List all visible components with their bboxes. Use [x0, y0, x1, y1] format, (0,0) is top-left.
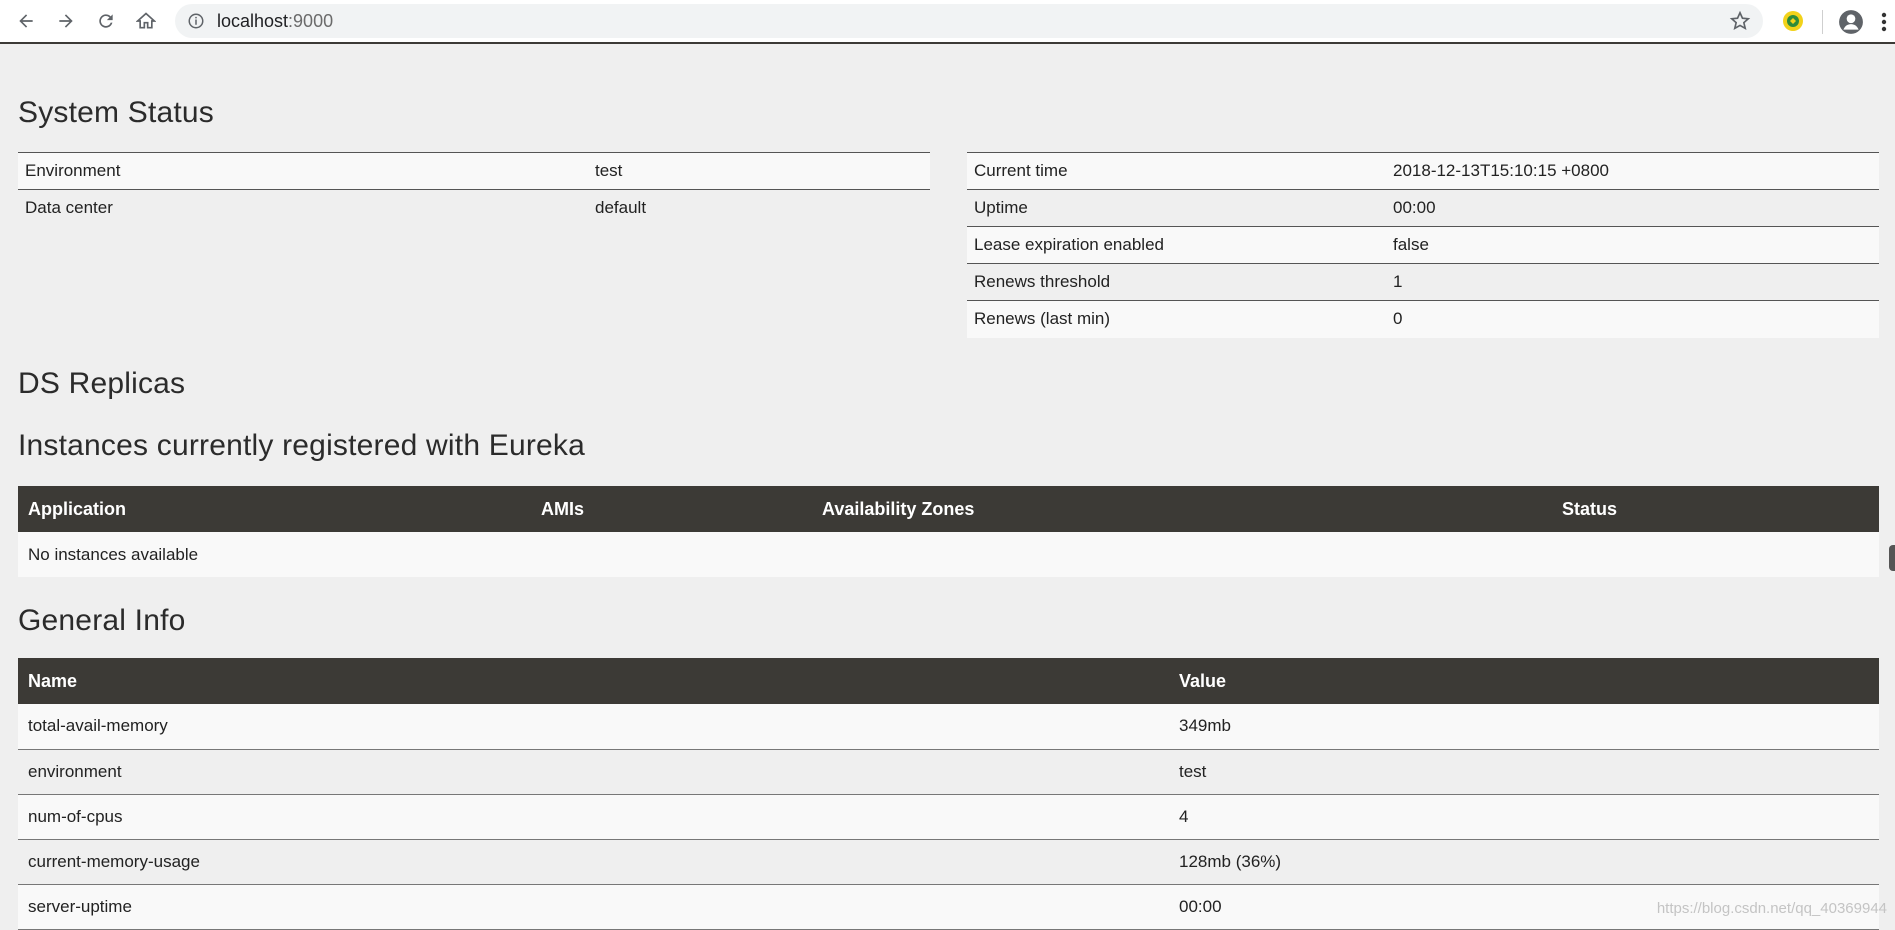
- ds-replicas-heading: DS Replicas: [18, 367, 186, 400]
- back-arrow-icon[interactable]: [6, 1, 46, 41]
- column-header-amis: AMIs: [531, 486, 812, 532]
- toolbar-separator: [1822, 10, 1823, 34]
- status-label: Lease expiration enabled: [967, 226, 1386, 264]
- table-row: num-of-cpus 4: [18, 794, 1879, 840]
- table-row: Data center default: [18, 189, 930, 227]
- table-row: server-uptime 00:00: [18, 884, 1879, 930]
- instances-heading: Instances currently registered with Eure…: [18, 429, 585, 462]
- watermark-text: https://blog.csdn.net/qq_40369944: [1656, 900, 1887, 917]
- general-info-table: Name Value total-avail-memory 349mb envi…: [18, 658, 1879, 930]
- status-label: Uptime: [967, 189, 1386, 227]
- info-value: 349mb: [1169, 704, 1879, 750]
- table-row: total-avail-memory 349mb: [18, 704, 1879, 750]
- status-label: Current time: [967, 152, 1386, 190]
- extension-icon[interactable]: [1781, 9, 1805, 33]
- table-row: Uptime 00:00: [967, 189, 1879, 227]
- instances-table: Application AMIs Availability Zones Stat…: [18, 486, 1879, 577]
- table-row: current-memory-usage 128mb (36%): [18, 839, 1879, 885]
- info-value: 4: [1169, 794, 1879, 840]
- forward-arrow-icon[interactable]: [46, 1, 86, 41]
- status-label: Renews threshold: [967, 263, 1386, 301]
- status-value: 00:00: [1386, 189, 1879, 227]
- status-value: 2018-12-13T15:10:15 +0800: [1386, 152, 1879, 190]
- url-text[interactable]: localhost:9000: [217, 11, 333, 32]
- system-status-left-table: Environment test Data center default: [18, 152, 930, 227]
- info-name: server-uptime: [18, 884, 1169, 930]
- column-header-name: Name: [18, 658, 1169, 704]
- table-row: environment test: [18, 749, 1879, 795]
- status-label: Data center: [18, 189, 588, 227]
- table-row: Current time 2018-12-13T15:10:15 +0800: [967, 152, 1879, 190]
- info-value: test: [1169, 749, 1879, 795]
- info-icon[interactable]: [187, 12, 205, 30]
- home-icon[interactable]: [126, 1, 166, 41]
- info-value: 128mb (36%): [1169, 839, 1879, 885]
- empty-message: No instances available: [18, 532, 1879, 577]
- status-value: default: [588, 189, 930, 227]
- profile-avatar-icon[interactable]: [1838, 9, 1864, 35]
- table-header-row: Name Value: [18, 658, 1879, 704]
- info-name: current-memory-usage: [18, 839, 1169, 885]
- system-status-heading: System Status: [18, 96, 215, 129]
- table-header-row: Application AMIs Availability Zones Stat…: [18, 486, 1879, 532]
- more-menu-icon[interactable]: [1878, 10, 1890, 34]
- info-name: num-of-cpus: [18, 794, 1169, 840]
- status-value: 0: [1386, 300, 1879, 338]
- status-value: false: [1386, 226, 1879, 264]
- table-row: No instances available: [18, 532, 1879, 577]
- column-header-availability-zones: Availability Zones: [812, 486, 1552, 532]
- column-header-value: Value: [1169, 658, 1879, 704]
- info-name: environment: [18, 749, 1169, 795]
- status-label: Renews (last min): [967, 300, 1386, 338]
- info-name: total-avail-memory: [18, 704, 1169, 750]
- status-value: test: [588, 152, 930, 190]
- table-row: Renews threshold 1: [967, 263, 1879, 301]
- table-row: Lease expiration enabled false: [967, 226, 1879, 264]
- general-info-heading: General Info: [18, 604, 186, 637]
- scroll-edge-handle[interactable]: [1889, 545, 1895, 571]
- status-label: Environment: [18, 152, 588, 190]
- bookmark-star-icon[interactable]: [1729, 10, 1751, 32]
- browser-toolbar: localhost:9000: [0, 0, 1895, 44]
- table-row: Environment test: [18, 152, 930, 190]
- status-value: 1: [1386, 263, 1879, 301]
- column-header-application: Application: [18, 486, 531, 532]
- table-row: Renews (last min) 0: [967, 300, 1879, 338]
- system-status-right-table: Current time 2018-12-13T15:10:15 +0800 U…: [967, 152, 1879, 338]
- reload-icon[interactable]: [86, 1, 126, 41]
- address-bar[interactable]: localhost:9000: [175, 4, 1763, 38]
- column-header-status: Status: [1552, 486, 1879, 532]
